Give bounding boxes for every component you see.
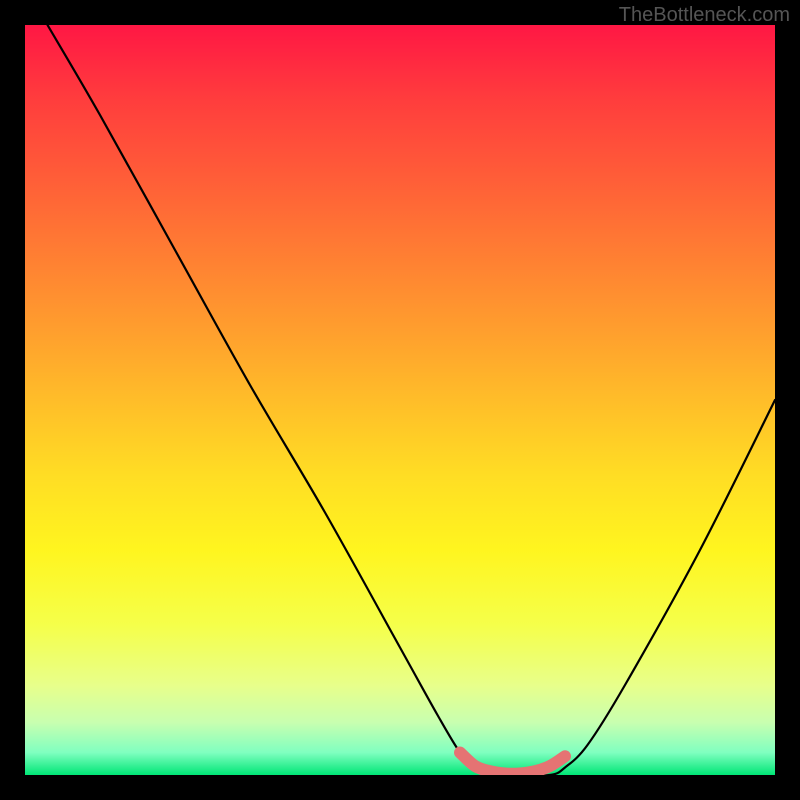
chart-plot-area bbox=[25, 25, 775, 775]
curve-line bbox=[48, 25, 776, 775]
valley-highlight bbox=[460, 753, 565, 774]
chart-svg bbox=[25, 25, 775, 775]
watermark-text: TheBottleneck.com bbox=[619, 4, 790, 27]
